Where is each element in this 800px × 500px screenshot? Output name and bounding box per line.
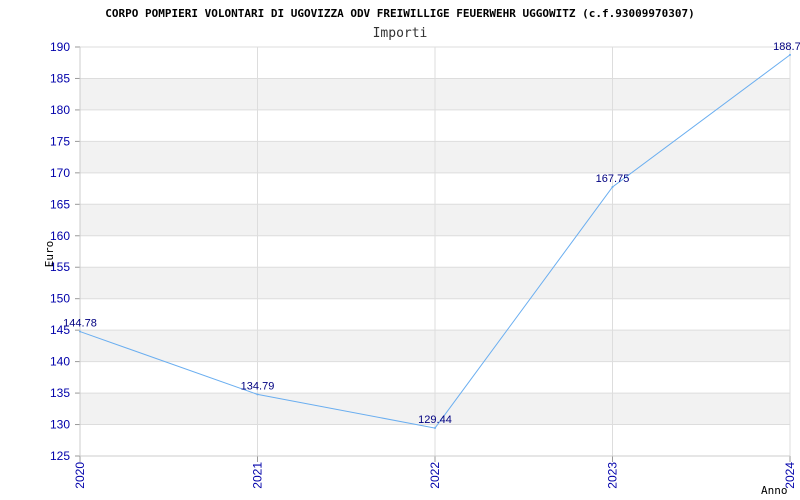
data-point — [789, 53, 791, 56]
y-tick-label: 160 — [50, 229, 70, 243]
x-tick-label: 2020 — [73, 462, 87, 489]
chart-subtitle: Importi — [373, 26, 428, 41]
y-tick-label: 150 — [50, 292, 70, 306]
chart-title: CORPO POMPIERI VOLONTARI DI UGOVIZZA ODV… — [105, 7, 694, 20]
y-tick-label: 190 — [50, 40, 70, 54]
y-tick-label: 175 — [50, 134, 70, 148]
y-tick-label: 185 — [50, 71, 70, 85]
y-tick-label: 135 — [50, 386, 70, 400]
y-tick-label: 180 — [50, 103, 70, 117]
data-label: 134.79 — [241, 380, 275, 392]
x-tick-label: 2022 — [428, 462, 442, 489]
data-label: 144.78 — [63, 318, 97, 330]
data-point — [79, 330, 81, 333]
data-point — [434, 427, 436, 430]
y-axis-label: Euro — [43, 241, 56, 268]
data-label: 167.75 — [596, 173, 630, 185]
x-tick-label: 2021 — [251, 462, 265, 489]
x-tick-label: 2023 — [606, 462, 620, 489]
y-tick-label: 125 — [50, 449, 70, 463]
x-axis-label: Anno — [761, 484, 788, 497]
y-tick-label: 170 — [50, 166, 70, 180]
data-point — [256, 393, 259, 396]
y-tick-label: 165 — [50, 197, 70, 211]
data-point — [611, 186, 614, 189]
y-tick-label: 140 — [50, 355, 70, 369]
data-label: 129.44 — [418, 414, 452, 426]
line-chart: CORPO POMPIERI VOLONTARI DI UGOVIZZA ODV… — [43, 7, 800, 497]
x-axis-ticks: 2020 2021 2022 2023 2024 — [73, 462, 797, 489]
data-label: 188.75 — [773, 41, 800, 53]
y-tick-label: 130 — [50, 418, 70, 432]
